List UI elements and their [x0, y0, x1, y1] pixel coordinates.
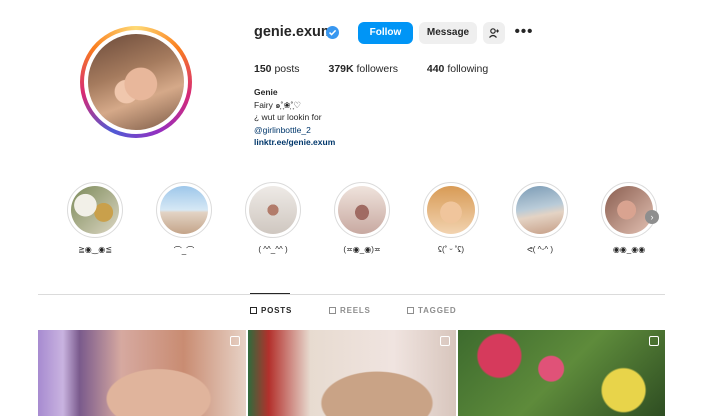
highlight-ring [512, 182, 568, 238]
followers-label: followers [356, 63, 398, 75]
highlights-next-button[interactable]: › [645, 210, 659, 224]
highlight-label: ≧◉‿◉≦ [78, 245, 112, 254]
highlight-cover [605, 186, 653, 234]
post-image [458, 330, 665, 416]
following-count: 440 [426, 63, 445, 75]
highlight-label: ᕙ( ^ᵕ^ ) [526, 245, 554, 254]
highlight-ring [245, 182, 301, 238]
carousel-icon [230, 336, 240, 346]
highlight-label: ⌒_⌒ [173, 246, 195, 255]
tagged-icon [407, 307, 414, 314]
carousel-icon [649, 336, 659, 346]
highlight-cover [160, 186, 208, 234]
suggest-accounts-button[interactable] [483, 22, 505, 44]
posts-stat: 150 posts [254, 63, 300, 75]
story-highlight[interactable]: ᕙ( ^ᵕ^ ) [512, 182, 568, 254]
profile-avatar-ring[interactable] [80, 26, 192, 138]
post-image [38, 330, 246, 416]
tab-label: REELS [340, 306, 371, 315]
highlight-cover [249, 186, 297, 234]
highlight-label: ◉◉_◉◉ [612, 245, 646, 254]
highlight-label: ʢ(˚ ᵕ ˚ʢ) [437, 245, 465, 254]
story-highlight[interactable]: ⌒_⌒ [156, 182, 212, 256]
bio-line: Fairy ๑˚̣̣̣͙❀˚̣̣̣͙♡ [254, 99, 302, 110]
highlight-cover [71, 186, 119, 234]
bio-line: ¿ wut ur lookin for [254, 112, 322, 122]
following-stat[interactable]: 440 following [427, 63, 488, 75]
following-label: following [447, 63, 489, 75]
username: genie.exum [254, 24, 334, 40]
more-options-button[interactable]: ••• [512, 22, 536, 44]
bio-name: Genie [254, 87, 278, 97]
message-button[interactable]: Message [419, 22, 477, 44]
grid-icon [250, 307, 257, 314]
posts-label: posts [274, 63, 300, 75]
highlight-ring [156, 182, 212, 238]
chevron-right-icon: › [650, 212, 654, 222]
highlight-label: ( ^^_^^ ) [258, 245, 288, 254]
story-highlight[interactable]: ( ^^_^^ ) [245, 182, 301, 254]
avatar[interactable] [88, 34, 184, 130]
story-highlight[interactable]: (≖◉_◉)≖ [334, 182, 390, 254]
post-thumbnail[interactable] [248, 330, 456, 416]
highlight-ring [67, 182, 123, 238]
tabs-divider [38, 294, 665, 295]
highlight-ring [423, 182, 479, 238]
story-highlight[interactable]: ʢ(˚ ᵕ ˚ʢ) [423, 182, 479, 254]
carousel-icon [440, 336, 450, 346]
bio-mention-link[interactable]: @girlinbottle_2 [254, 124, 335, 137]
tab-posts[interactable]: POSTS [250, 306, 292, 315]
add-person-icon [489, 28, 499, 38]
post-thumbnail[interactable] [38, 330, 246, 416]
story-highlight[interactable]: ≧◉‿◉≦ [67, 182, 123, 254]
post-thumbnail[interactable] [458, 330, 665, 416]
posts-count: 150 [254, 63, 272, 75]
profile-bio: Genie Fairy ๑˚̣̣̣͙❀˚̣̣̣͙♡ ¿ wut ur looki… [254, 86, 335, 149]
reels-icon [329, 307, 336, 314]
followers-count: 379K [328, 63, 354, 75]
verified-badge-icon [326, 26, 339, 39]
bio-external-link[interactable]: linktr.ee/genie.exum [254, 136, 335, 149]
followers-stat[interactable]: 379K followers [328, 63, 397, 75]
tab-label: TAGGED [418, 306, 457, 315]
active-tab-indicator [250, 293, 290, 294]
avatar-frame [84, 30, 188, 134]
highlight-ring [334, 182, 390, 238]
post-image [248, 330, 456, 416]
tab-tagged[interactable]: TAGGED [407, 306, 456, 315]
highlight-cover [427, 186, 475, 234]
highlight-label: (≖◉_◉)≖ [343, 245, 381, 254]
profile-stats: 150 posts 379K followers 440 following [254, 63, 514, 75]
follow-button[interactable]: Follow [358, 22, 413, 44]
tab-label: POSTS [261, 306, 293, 315]
highlight-cover [516, 186, 564, 234]
tab-reels[interactable]: REELS [329, 306, 371, 315]
highlight-cover [338, 186, 386, 234]
